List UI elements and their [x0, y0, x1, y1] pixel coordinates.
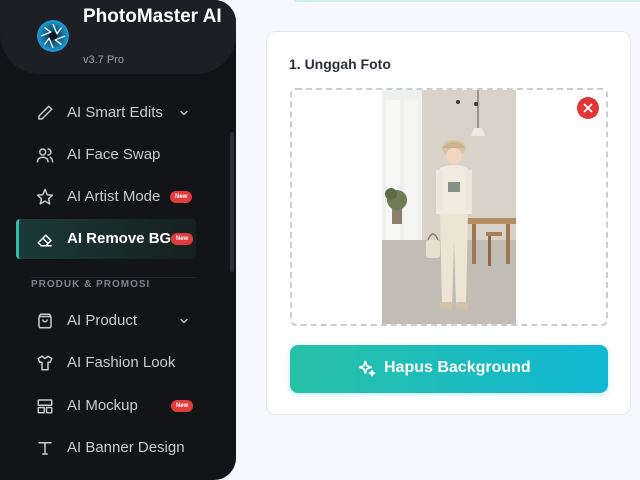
sidebar-item-banner-design[interactable]: AI Banner Design [16, 428, 196, 468]
shirt-icon [37, 355, 53, 371]
sidebar-item-face-swap[interactable]: AI Face Swap [16, 135, 196, 175]
remove-background-label: Hapus Background [384, 359, 531, 376]
users-icon [36, 148, 54, 163]
new-badge: New [171, 233, 194, 245]
sidebar-item-label: AI Face Swap [67, 146, 161, 163]
sidebar-item-label: AI Fashion Look [67, 354, 176, 371]
section-divider [31, 277, 196, 278]
sidebar-scrollbar[interactable] [230, 132, 234, 272]
logo-icon [37, 20, 69, 52]
upload-title: 1. Unggah Foto [289, 56, 391, 72]
new-badge: New [170, 191, 193, 203]
sparkles-icon [358, 360, 376, 377]
sidebar-item-label: AI Banner Design [67, 439, 185, 456]
shopping-bag-icon [38, 313, 52, 329]
remove-background-button[interactable]: Hapus Background [290, 345, 608, 393]
eraser-icon [37, 234, 52, 247]
sidebar-item-mockup[interactable]: AI Mockup New [16, 386, 196, 426]
app-title: PhotoMaster AI [83, 6, 222, 27]
pencil-icon [38, 105, 53, 120]
sidebar-item-artist-mode[interactable]: AI Artist Mode New [16, 177, 196, 217]
sidebar-item-label: AI Product [67, 312, 138, 329]
sidebar-item-smart-edits[interactable]: AI Smart Edits [16, 93, 196, 133]
sidebar-item-product[interactable]: AI Product [16, 301, 196, 341]
text-icon [38, 442, 52, 455]
sidebar-item-label: AI Artist Mode [67, 188, 161, 205]
app-version: v3.7 Pro [83, 54, 124, 66]
brand-header: PhotoMaster AI v3.7 Pro [0, 0, 236, 74]
chevron-down-icon[interactable] [178, 315, 190, 327]
sidebar-item-label: AI Remove BG [67, 230, 172, 247]
sidebar-item-remove-bg[interactable]: AI Remove BG New [16, 219, 196, 259]
sidebar-item-fashion-look[interactable]: AI Fashion Look [16, 343, 196, 383]
remove-photo-button[interactable] [577, 97, 599, 119]
new-badge: New [171, 400, 194, 412]
sidebar: PhotoMaster AI v3.7 Pro AI Smart Edits A… [0, 0, 236, 480]
sidebar-item-label: AI Smart Edits [67, 104, 163, 121]
uploaded-photo [382, 90, 516, 324]
star-icon [36, 188, 54, 205]
section-title: PRODUK & PROMOSI [31, 279, 151, 290]
chevron-down-icon[interactable] [178, 107, 190, 119]
layout-icon [37, 399, 53, 414]
close-icon [583, 103, 593, 113]
top-divider [294, 0, 640, 2]
sidebar-item-label: AI Mockup [67, 397, 138, 414]
